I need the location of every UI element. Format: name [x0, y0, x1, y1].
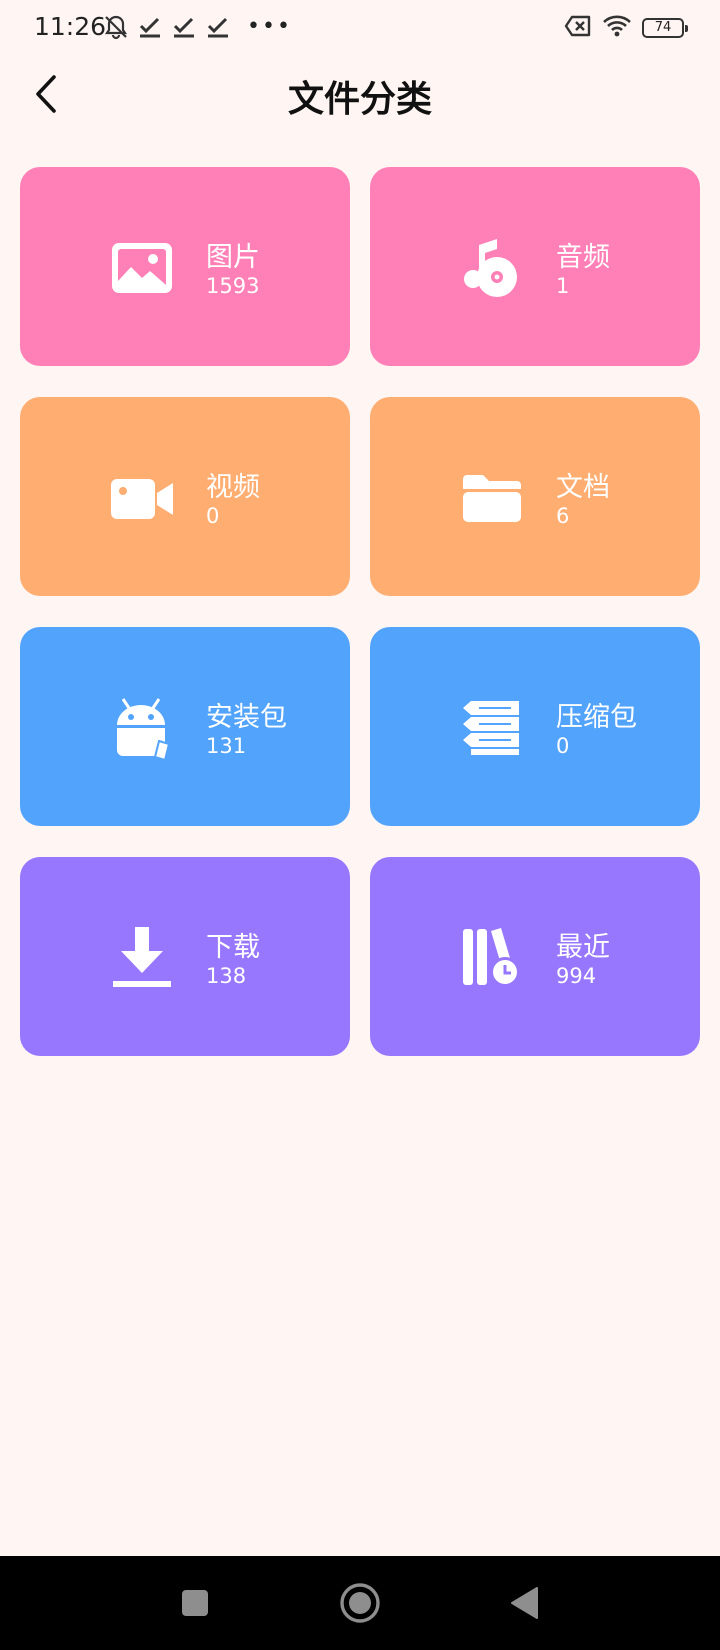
- recents-square-icon: [182, 1590, 208, 1616]
- category-label: 压缩包: [556, 702, 637, 733]
- category-card-images[interactable]: 图片 1593: [20, 167, 350, 366]
- category-label: 文档: [556, 472, 610, 503]
- recents-button[interactable]: [170, 1578, 220, 1628]
- category-card-downloads[interactable]: 下载 138: [20, 857, 350, 1056]
- category-card-audio[interactable]: 音频 1: [370, 167, 700, 366]
- category-card-recent[interactable]: 最近 994: [370, 857, 700, 1056]
- image-icon: [109, 235, 175, 301]
- music-icon: [459, 235, 525, 301]
- category-card-archives[interactable]: 压缩包 0: [370, 627, 700, 826]
- status-bar: 11:26 ••• 74: [0, 0, 720, 56]
- page-title: 文件分类: [287, 79, 432, 120]
- check-icon: [205, 14, 231, 40]
- sim-error-icon: [564, 15, 592, 41]
- recent-books-clock-icon: [459, 925, 525, 991]
- more-dots-icon: •••: [247, 14, 292, 39]
- category-count: 1593: [206, 274, 260, 298]
- nav-back-button[interactable]: [500, 1578, 550, 1628]
- category-label: 视频: [206, 472, 260, 503]
- header: 文件分类: [0, 56, 720, 132]
- category-card-documents[interactable]: 文档 6: [370, 397, 700, 596]
- wifi-icon: [602, 14, 632, 42]
- category-label: 图片: [206, 242, 260, 273]
- category-grid: 图片 1593 音频 1 视频 0 文档 6 安装包 131 压缩包 0 下载 …: [20, 167, 700, 1056]
- status-time: 11:26: [34, 12, 107, 41]
- category-card-video[interactable]: 视频 0: [20, 397, 350, 596]
- download-icon: [109, 925, 175, 991]
- category-label: 下载: [206, 932, 260, 963]
- status-icons-left: •••: [103, 14, 292, 40]
- archive-layers-icon: [459, 695, 525, 761]
- home-circle-icon: [340, 1583, 380, 1623]
- video-camera-icon: [109, 465, 175, 531]
- category-label: 安装包: [206, 702, 287, 733]
- battery-icon: 74: [642, 18, 688, 38]
- category-card-install-packages[interactable]: 安装包 131: [20, 627, 350, 826]
- category-count: 0: [206, 504, 220, 528]
- folder-icon: [459, 465, 525, 531]
- category-count: 0: [556, 734, 570, 758]
- back-triangle-icon: [511, 1587, 538, 1619]
- category-count: 1: [556, 274, 570, 298]
- category-label: 音频: [556, 242, 610, 273]
- category-label: 最近: [556, 932, 610, 963]
- notifications-off-icon: [103, 14, 129, 40]
- category-count: 6: [556, 504, 570, 528]
- category-count: 131: [206, 734, 247, 758]
- category-count: 994: [556, 964, 597, 988]
- status-icons-right: 74: [564, 14, 688, 42]
- category-count: 138: [206, 964, 247, 988]
- check-icon: [171, 14, 197, 40]
- home-button[interactable]: [335, 1578, 385, 1628]
- android-icon: [109, 695, 175, 761]
- check-icon: [137, 14, 163, 40]
- navigation-bar: [0, 1556, 720, 1650]
